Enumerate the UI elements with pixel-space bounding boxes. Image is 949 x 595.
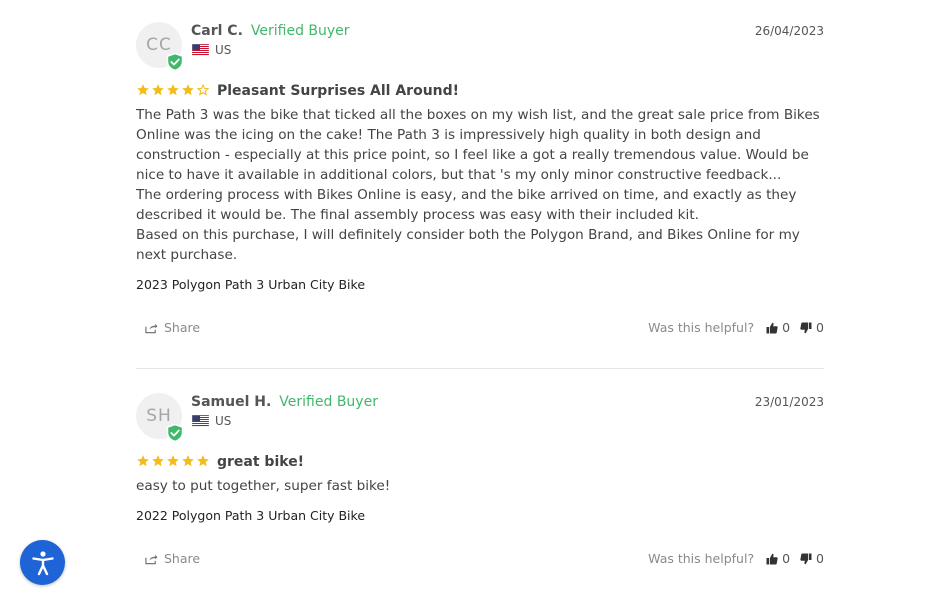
review-paragraph: The Path 3 was the bike that ticked all …: [136, 107, 820, 183]
reviewer-name-text: Samuel H.: [191, 394, 272, 410]
review-paragraph: easy to put together, super fast bike!: [136, 478, 391, 494]
star-filled-icon: [137, 455, 149, 467]
share-button[interactable]: Share: [145, 320, 200, 335]
thumbs-up-icon: [766, 553, 778, 564]
verified-buyer-label: Verified Buyer: [279, 394, 378, 410]
review-body: The Path 3 was the bike that ticked all …: [136, 105, 824, 265]
helpful-question: Was this helpful?: [648, 551, 755, 566]
helpful-votes: Was this helpful? 0 0: [648, 551, 824, 566]
vote-down-count: 0: [816, 551, 824, 566]
star-rating: [136, 454, 210, 468]
reviewer-name: Carl C. Verified Buyer: [191, 23, 350, 39]
us-flag-icon: [192, 44, 209, 56]
thumbs-up-icon: [766, 322, 778, 333]
star-filled-icon: [167, 84, 179, 96]
share-label: Share: [164, 551, 201, 566]
accessibility-icon: [31, 550, 54, 575]
verified-check-icon: [166, 424, 184, 442]
review-body: easy to put together, super fast bike!: [136, 476, 824, 496]
reviewer-name: Samuel H. Verified Buyer: [191, 394, 378, 410]
verified-buyer-label: Verified Buyer: [250, 23, 350, 39]
country-label: US: [215, 414, 232, 428]
review-title: great bike!: [217, 454, 305, 470]
reviewer-name-text: Carl C.: [191, 23, 243, 39]
review-title: Pleasant Surprises All Around!: [217, 83, 460, 99]
reviewer-country: US: [192, 43, 231, 57]
vote-down-button[interactable]: 0: [800, 551, 824, 566]
vote-down-count: 0: [816, 320, 824, 335]
star-filled-icon: [152, 84, 164, 96]
vote-up-button[interactable]: 0: [766, 551, 790, 566]
share-icon: [145, 323, 158, 333]
review-date: 26/04/2023: [754, 24, 824, 38]
vote-up-count: 0: [782, 551, 791, 566]
star-rating: [136, 83, 210, 97]
us-flag-icon: [192, 415, 209, 427]
helpful-votes: Was this helpful? 0 0: [648, 320, 824, 335]
star-filled-icon: [197, 455, 209, 467]
star-empty-icon: [196, 83, 210, 96]
thumbs-down-icon: [800, 322, 812, 333]
review-date: 23/01/2023: [754, 395, 824, 409]
star-filled-icon: [167, 455, 179, 467]
vote-down-button[interactable]: 0: [800, 320, 824, 335]
vote-up-button[interactable]: 0: [766, 320, 790, 335]
review-paragraph: Based on this purchase, I will definitel…: [136, 227, 800, 263]
product-name: 2023 Polygon Path 3 Urban City Bike: [136, 277, 366, 292]
product-name: 2022 Polygon Path 3 Urban City Bike: [136, 508, 366, 523]
verified-check-icon: [166, 53, 184, 71]
review-paragraph: The ordering process with Bikes Online i…: [136, 187, 797, 223]
star-filled-icon: [137, 84, 149, 96]
avatar-initials: SH: [146, 406, 172, 426]
vote-up-count: 0: [782, 320, 791, 335]
country-label: US: [215, 43, 232, 57]
review-divider: [136, 368, 824, 369]
star-filled-icon: [182, 84, 194, 96]
share-button[interactable]: Share: [145, 551, 200, 566]
helpful-question: Was this helpful?: [648, 320, 755, 335]
reviewer-country: US: [192, 414, 231, 428]
share-icon: [145, 554, 158, 564]
star-filled-icon: [182, 455, 194, 467]
star-filled-icon: [152, 455, 164, 467]
accessibility-button[interactable]: [20, 540, 65, 585]
avatar-initials: CC: [146, 35, 172, 55]
thumbs-down-icon: [800, 553, 812, 564]
share-label: Share: [164, 320, 201, 335]
